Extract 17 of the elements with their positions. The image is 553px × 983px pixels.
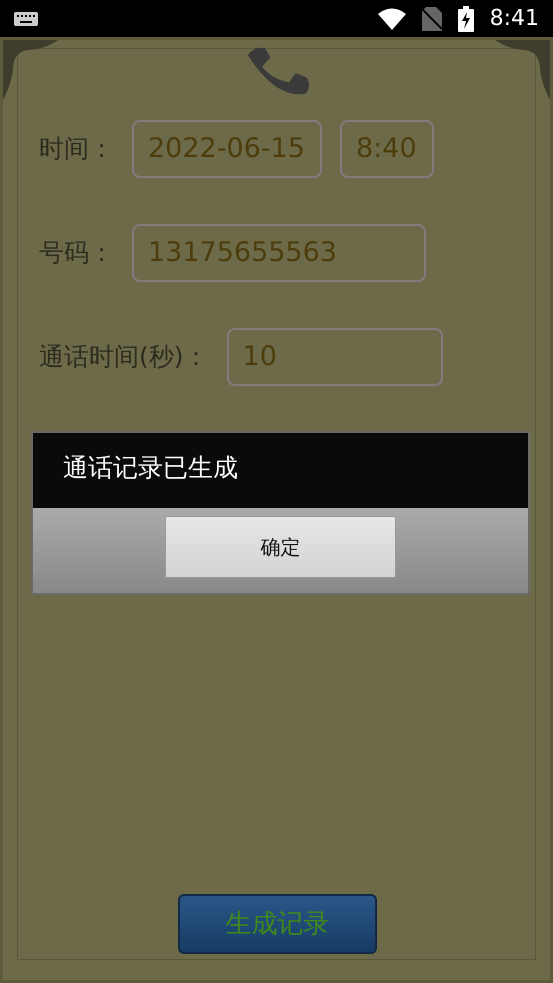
status-time: 8:41 <box>490 5 539 33</box>
ok-button[interactable]: 确定 <box>165 516 396 578</box>
generate-record-button[interactable]: 生成记录 <box>178 894 377 954</box>
battery-charging-icon <box>458 6 474 32</box>
no-sim-icon <box>422 6 442 30</box>
field-label: 时间： <box>39 133 114 166</box>
wifi-icon <box>378 8 406 30</box>
input-field[interactable]: 2022-06-15 <box>132 120 322 178</box>
corner-ornament-icon <box>495 40 550 100</box>
input-field[interactable]: 13175655563 <box>132 224 426 282</box>
field-label: 号码： <box>39 237 114 270</box>
keyboard-icon <box>14 12 38 26</box>
input-field[interactable]: 10 <box>226 328 443 386</box>
input-field[interactable]: 8:40 <box>340 120 434 178</box>
field-label: 通话时间(秒)： <box>39 341 209 374</box>
corner-ornament-icon <box>3 40 58 100</box>
dialog-message: 通话记录已生成 <box>62 452 239 484</box>
